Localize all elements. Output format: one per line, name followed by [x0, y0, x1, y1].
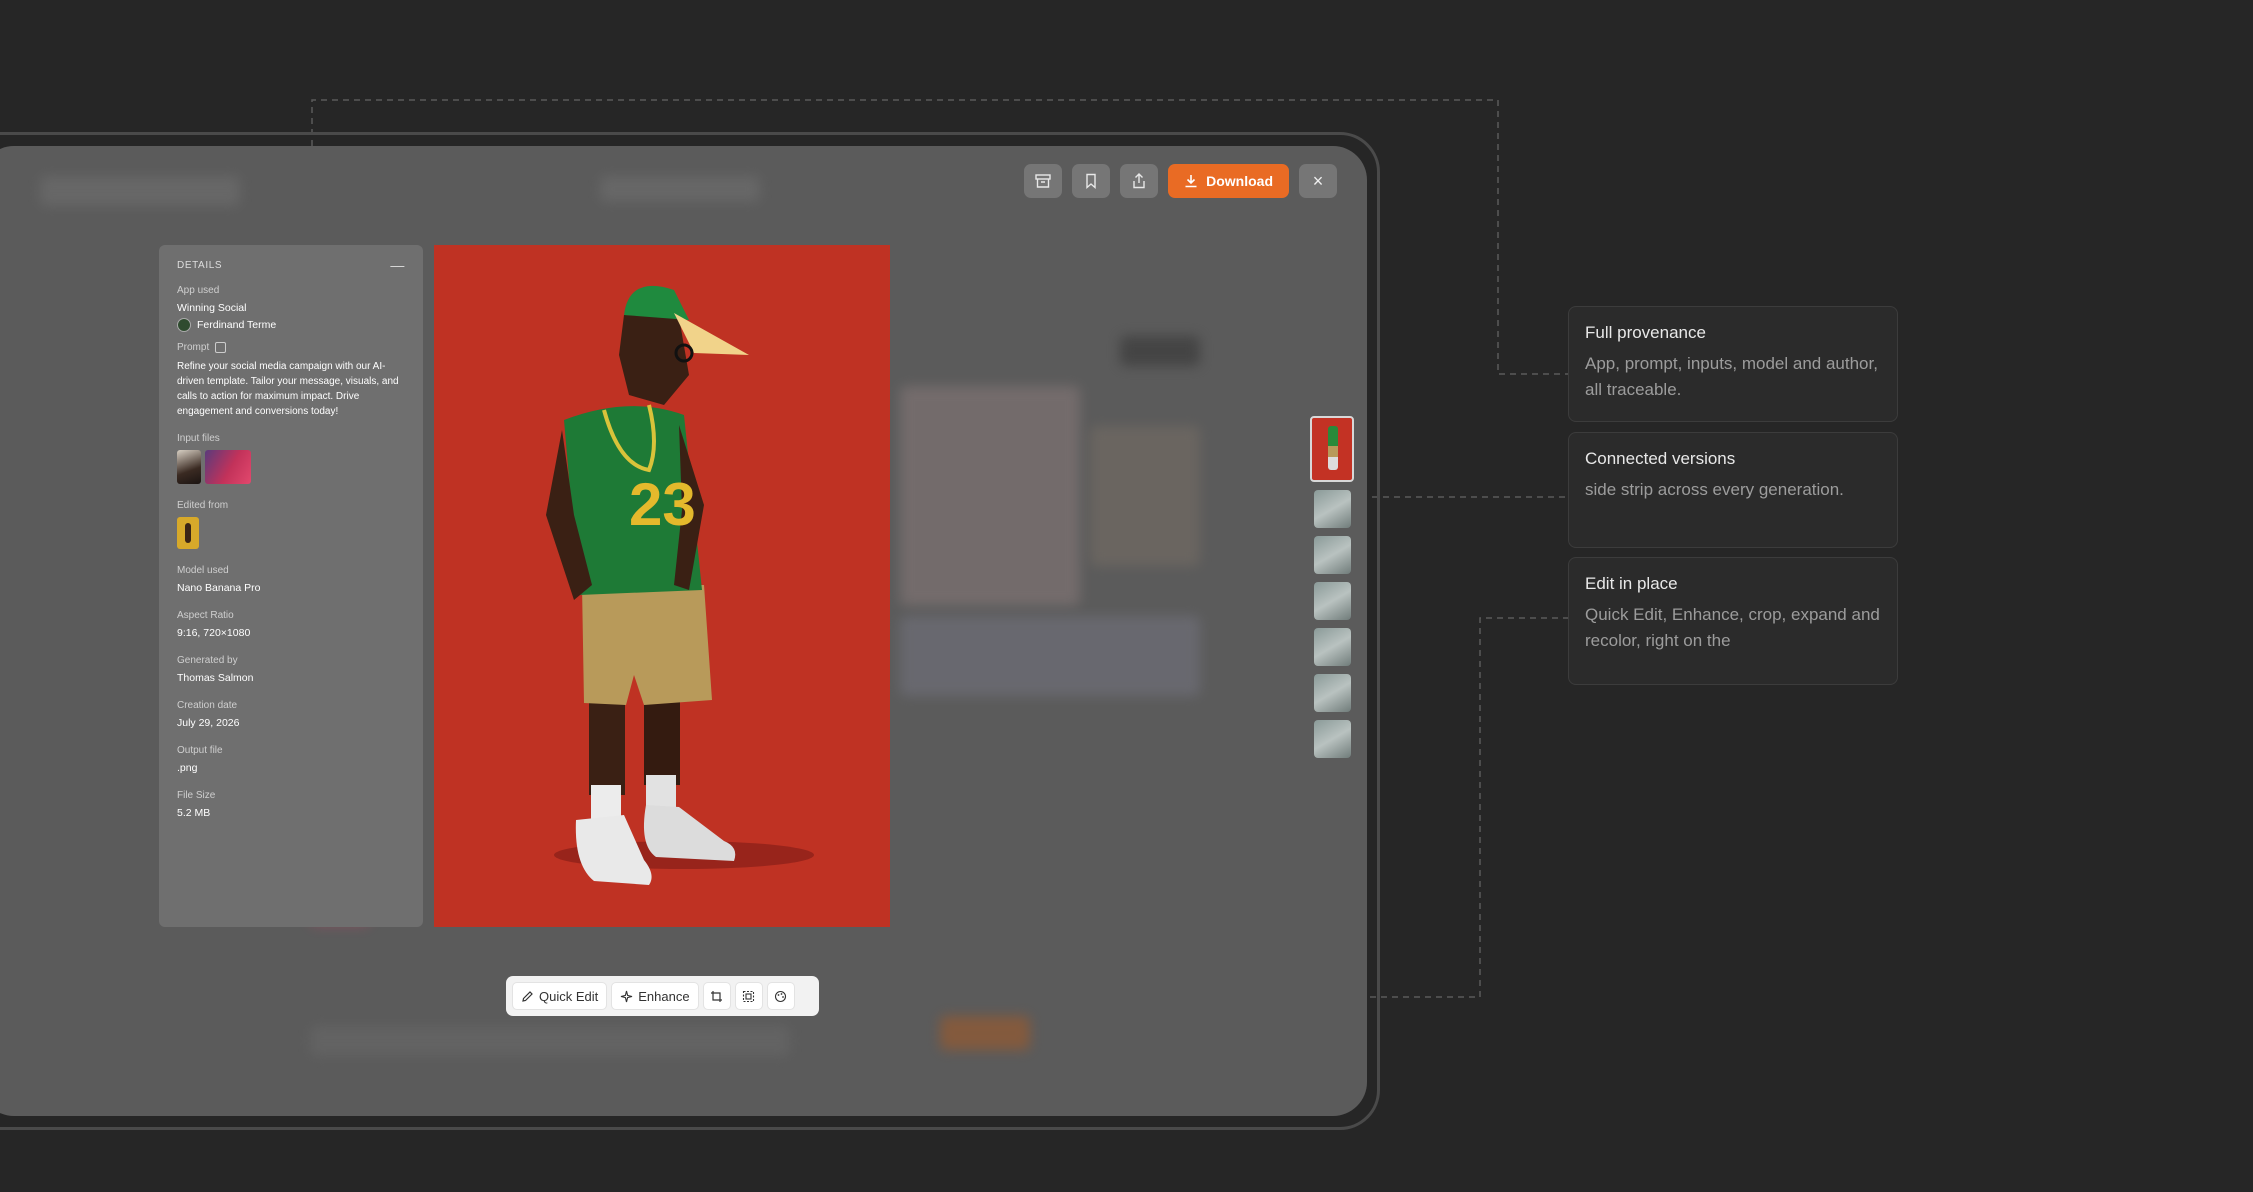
crop-icon — [711, 990, 723, 1002]
download-icon — [1185, 175, 1197, 188]
archive-button[interactable] — [1024, 164, 1063, 198]
bookmark-button[interactable] — [1072, 164, 1111, 198]
expand-icon — [743, 990, 755, 1002]
prompt-text: Refine your social media campaign with o… — [177, 361, 399, 417]
avatar — [177, 318, 191, 332]
version-thumbnail[interactable] — [1313, 674, 1351, 712]
card-title: Connected versions — [1585, 449, 1736, 468]
close-button[interactable]: × — [1299, 164, 1337, 198]
archive-icon — [1035, 174, 1051, 188]
share-icon — [1133, 173, 1145, 189]
version-thumbnail[interactable] — [1313, 628, 1351, 666]
palette-icon — [775, 990, 787, 1002]
output-file-label: Output file — [177, 745, 223, 756]
minimize-icon[interactable]: — — [390, 257, 405, 273]
expand-button[interactable] — [734, 982, 763, 1010]
app-screen: Download × DETAILS — App used Winning So… — [0, 146, 1367, 1116]
enhance-label: Enhance — [638, 988, 690, 1004]
creation-date-label: Creation date — [177, 700, 238, 711]
enhance-button[interactable]: Enhance — [611, 982, 699, 1010]
generated-image[interactable]: 23 — [434, 245, 890, 927]
copy-icon[interactable] — [215, 342, 227, 353]
file-size-label: File Size — [177, 790, 216, 801]
version-thumbnail[interactable] — [1313, 536, 1351, 574]
version-thumbnail[interactable] — [1313, 720, 1351, 758]
pencil-icon — [522, 990, 533, 1002]
input-file-thumbnail[interactable] — [205, 450, 251, 484]
generated-by-value: Thomas Salmon — [177, 672, 254, 684]
card-description: Quick Edit, Enhance, crop, expand and re… — [1585, 605, 1880, 650]
version-thumbnail-active[interactable] — [1310, 416, 1354, 482]
file-size-value: 5.2 MB — [177, 807, 211, 819]
creation-date-value: July 29, 2026 — [177, 717, 240, 729]
details-title: DETAILS — [177, 259, 223, 271]
card-title: Full provenance — [1585, 323, 1706, 342]
close-icon: × — [1312, 171, 1324, 191]
edited-from-label: Edited from — [177, 500, 229, 511]
details-panel: DETAILS — App used Winning Social Ferdin… — [159, 245, 423, 927]
prompt-label: Prompt — [177, 342, 210, 353]
aspect-ratio-value: 9:16, 720×1080 — [177, 627, 251, 639]
author: Ferdinand Terme — [177, 318, 405, 332]
card-title: Edit in place — [1585, 574, 1678, 593]
generated-by-label: Generated by — [177, 655, 238, 666]
bookmark-icon — [1086, 173, 1096, 190]
feature-card-versions: Connected versions side strip across eve… — [1568, 432, 1898, 548]
version-thumbnail[interactable] — [1313, 490, 1351, 528]
card-description: side strip across every generation. — [1585, 480, 1844, 499]
download-label: Download — [1206, 173, 1273, 189]
aspect-ratio-label: Aspect Ratio — [177, 610, 234, 621]
edited-from-thumbnail[interactable] — [177, 517, 199, 549]
sparkle-icon — [621, 990, 633, 1002]
top-toolbar: Download × — [1024, 164, 1337, 198]
model-used-value: Nano Banana Pro — [177, 582, 261, 594]
jersey-number: 23 — [629, 471, 696, 538]
edit-toolbar: Quick Edit Enhance — [506, 976, 819, 1016]
character-illustration: 23 — [546, 285, 814, 885]
feature-card-edit: Edit in place Quick Edit, Enhance, crop,… — [1568, 557, 1898, 685]
app-used-value: Winning Social — [177, 302, 247, 314]
input-file-thumbnail[interactable] — [177, 450, 201, 484]
app-used-label: App used — [177, 285, 220, 296]
model-used-label: Model used — [177, 565, 229, 576]
version-strip — [1310, 416, 1354, 758]
crop-button[interactable] — [702, 982, 731, 1010]
quick-edit-button[interactable]: Quick Edit — [512, 982, 608, 1010]
output-file-value: .png — [177, 762, 198, 774]
quick-edit-label: Quick Edit — [539, 988, 599, 1004]
version-thumbnail[interactable] — [1313, 582, 1351, 620]
feature-card-provenance: Full provenance App, prompt, inputs, mod… — [1568, 306, 1898, 422]
recolor-button[interactable] — [766, 982, 795, 1010]
card-description: App, prompt, inputs, model and author, a… — [1585, 354, 1878, 399]
input-files-label: Input files — [177, 433, 220, 444]
share-button[interactable] — [1120, 164, 1159, 198]
download-button[interactable]: Download — [1168, 164, 1289, 198]
author-name: Ferdinand Terme — [197, 319, 277, 331]
